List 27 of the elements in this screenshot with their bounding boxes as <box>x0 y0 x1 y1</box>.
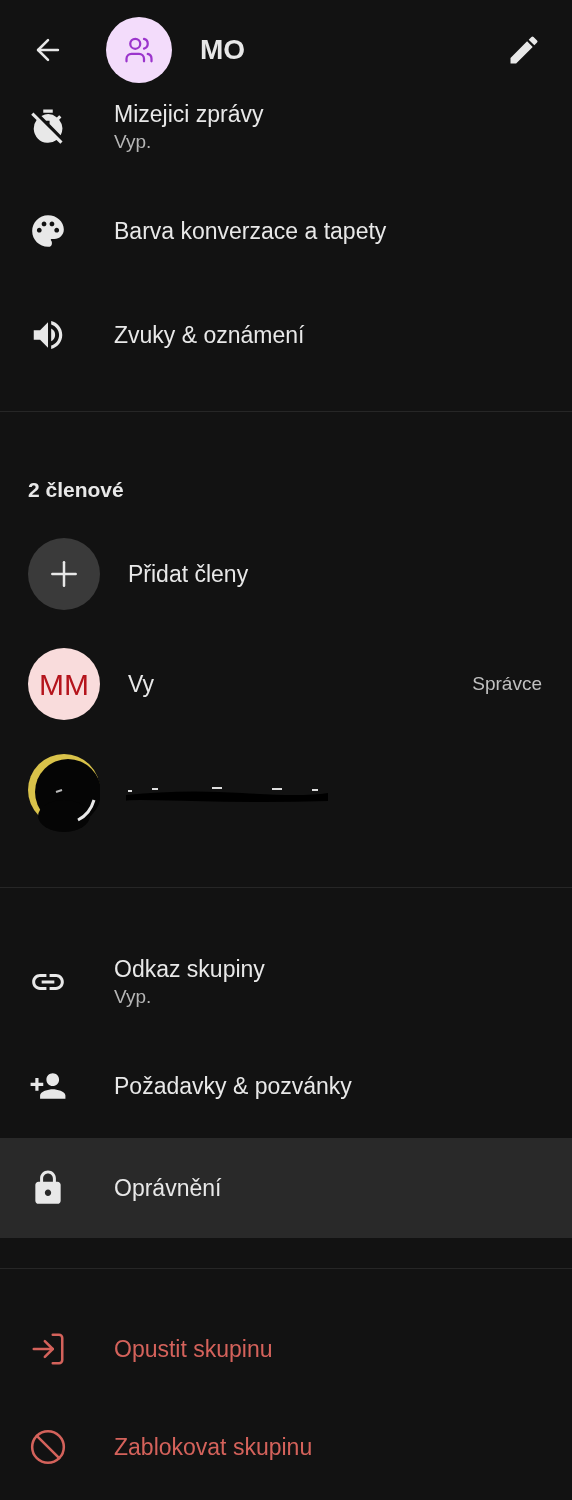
action-row[interactable]: Opustit skupinu <box>0 1300 572 1398</box>
row-label: Odkaz skupiny <box>114 955 265 984</box>
member-role: Správce <box>472 671 542 696</box>
row-label: Zablokovat skupinu <box>114 1433 313 1462</box>
row-subtitle: Vyp. <box>114 985 153 1009</box>
settings-row[interactable]: Barva konverzace a tapety <box>0 179 572 283</box>
add-members-row[interactable]: Přidat členy <box>0 519 572 629</box>
block-icon <box>29 1428 67 1466</box>
settings-row[interactable]: Zvuky & oznámení <box>0 283 572 387</box>
member-row[interactable]: MM Vy Správce <box>0 629 572 739</box>
row-label: Barva konverzace a tapety <box>114 217 387 246</box>
members-heading: 2 členové <box>28 478 124 501</box>
action-row[interactable]: Zablokovat skupinu <box>0 1398 572 1496</box>
settings-row[interactable]: Oprávnění <box>0 1138 572 1238</box>
member-avatar: MM <box>28 648 100 720</box>
settings-row[interactable]: Mizejici zprávy Vyp. <box>0 75 572 179</box>
palette-icon <box>29 212 67 250</box>
row-label: Mizejici zprávy <box>114 100 264 129</box>
row-label: Požadavky & pozvánky <box>114 1072 352 1101</box>
row-subtitle: Vyp. <box>114 130 153 154</box>
group-title: MO <box>200 33 246 67</box>
row-label: Oprávnění <box>114 1174 222 1203</box>
people-icon <box>124 35 154 65</box>
member-name: Vy <box>128 669 154 699</box>
row-label: Zvuky & oznámení <box>114 321 305 350</box>
row-label: Přidat členy <box>128 559 249 589</box>
row-label: Opustit skupinu <box>114 1335 273 1364</box>
